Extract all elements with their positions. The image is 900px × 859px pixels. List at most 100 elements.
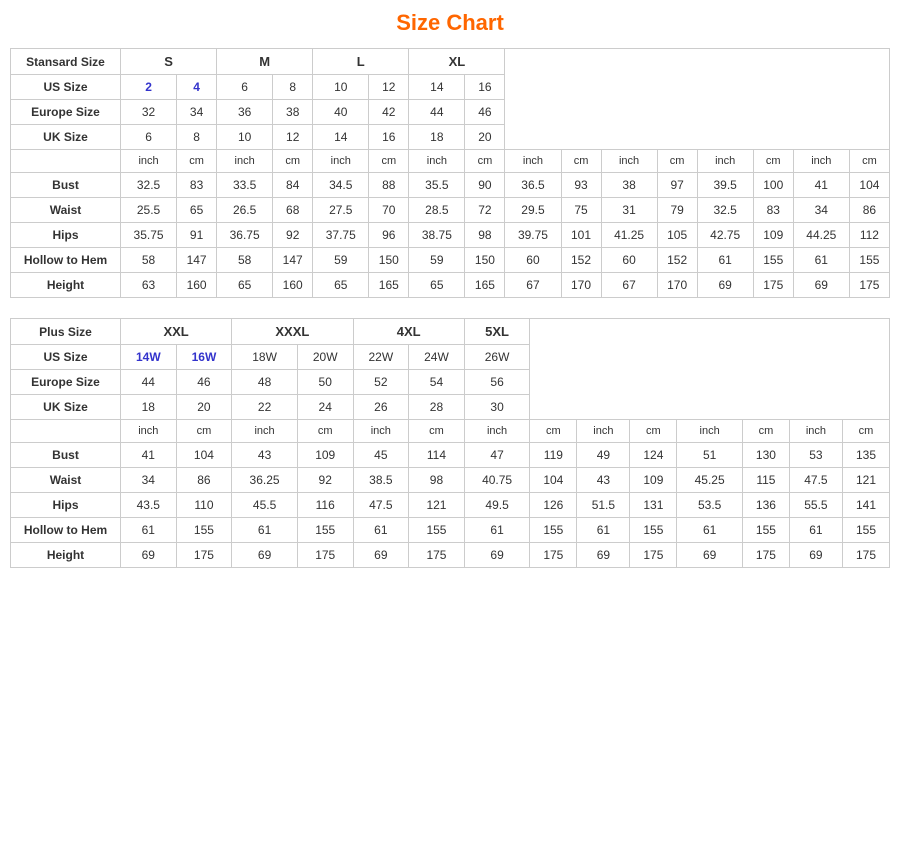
plus-sh-0: inch — [121, 420, 177, 443]
plus-hollow-0: 61 — [121, 518, 177, 543]
std-sh-9: cm — [561, 150, 601, 173]
waist-15: 86 — [849, 198, 889, 223]
std-sh-1: cm — [177, 150, 217, 173]
standard-size-label: Stansard Size — [11, 49, 121, 75]
uk-8: 8 — [177, 125, 217, 150]
hips-4: 37.75 — [313, 223, 369, 248]
plus-height-12: 69 — [789, 543, 842, 568]
waist-row: Waist 25.5 65 26.5 68 27.5 70 28.5 72 29… — [11, 198, 890, 223]
plus-bust-6: 47 — [464, 443, 530, 468]
bust-9: 93 — [561, 173, 601, 198]
us-8: 8 — [273, 75, 313, 100]
plus-height-3: 175 — [297, 543, 353, 568]
plus-size-section: Plus Size XXL XXXL 4XL 5XL US Size 14W 1… — [10, 318, 890, 568]
plus-height-9: 175 — [630, 543, 677, 568]
hips-6: 38.75 — [409, 223, 465, 248]
plus-hips-9: 131 — [630, 493, 677, 518]
height-7: 165 — [465, 273, 505, 298]
eu-42: 42 — [369, 100, 409, 125]
bust-row: Bust 32.5 83 33.5 84 34.5 88 35.5 90 36.… — [11, 173, 890, 198]
plus-hips-13: 141 — [843, 493, 890, 518]
hollow-4: 59 — [313, 248, 369, 273]
m-header: M — [217, 49, 313, 75]
bust-5: 88 — [369, 173, 409, 198]
plus-uk-26: 26 — [353, 395, 409, 420]
plus-bust-2: 43 — [232, 443, 298, 468]
plus-sh-8: inch — [577, 420, 630, 443]
hollow-label: Hollow to Hem — [11, 248, 121, 273]
plus-hips-5: 121 — [409, 493, 465, 518]
plus-bust-0: 41 — [121, 443, 177, 468]
5xl-header: 5XL — [464, 319, 530, 345]
plus-bust-13: 135 — [843, 443, 890, 468]
4xl-header: 4XL — [353, 319, 464, 345]
bust-11: 97 — [657, 173, 697, 198]
std-sh-5: cm — [369, 150, 409, 173]
hips-1: 91 — [177, 223, 217, 248]
std-sh-7: cm — [465, 150, 505, 173]
height-3: 160 — [273, 273, 313, 298]
height-15: 175 — [849, 273, 889, 298]
height-10: 67 — [601, 273, 657, 298]
waist-5: 70 — [369, 198, 409, 223]
plus-bust-9: 124 — [630, 443, 677, 468]
hips-15: 112 — [849, 223, 889, 248]
bust-0: 32.5 — [121, 173, 177, 198]
waist-1: 65 — [177, 198, 217, 223]
plus-waist-11: 115 — [742, 468, 789, 493]
standard-size-table: Stansard Size S M L XL US Size 2 4 6 8 1… — [10, 48, 890, 298]
plus-us-18w: 18W — [232, 345, 298, 370]
plus-uk-28: 28 — [409, 395, 465, 420]
plus-eu-56: 56 — [464, 370, 530, 395]
eu-44: 44 — [409, 100, 465, 125]
page-title: Size Chart — [10, 10, 890, 36]
plus-height-10: 69 — [677, 543, 743, 568]
xxxl-header: XXXL — [232, 319, 353, 345]
plus-eu-44: 44 — [121, 370, 177, 395]
plus-waist-6: 40.75 — [464, 468, 530, 493]
us-10: 10 — [313, 75, 369, 100]
plus-hollow-5: 155 — [409, 518, 465, 543]
hips-12: 42.75 — [697, 223, 753, 248]
plus-us-22w: 22W — [353, 345, 409, 370]
hollow-row: Hollow to Hem 58 147 58 147 59 150 59 15… — [11, 248, 890, 273]
height-13: 175 — [753, 273, 793, 298]
hips-3: 92 — [273, 223, 313, 248]
waist-12: 32.5 — [697, 198, 753, 223]
plus-us-26w: 26W — [464, 345, 530, 370]
bust-1: 83 — [177, 173, 217, 198]
plus-waist-10: 45.25 — [677, 468, 743, 493]
plus-hips-0: 43.5 — [121, 493, 177, 518]
us-16: 16 — [465, 75, 505, 100]
bust-8: 36.5 — [505, 173, 561, 198]
plus-sh-12: inch — [789, 420, 842, 443]
plus-height-11: 175 — [742, 543, 789, 568]
plus-hollow-12: 61 — [789, 518, 842, 543]
plus-waist-3: 92 — [297, 468, 353, 493]
uk-12: 12 — [273, 125, 313, 150]
plus-hips-label: Hips — [11, 493, 121, 518]
waist-14: 34 — [793, 198, 849, 223]
plus-eu-48: 48 — [232, 370, 298, 395]
s-header: S — [121, 49, 217, 75]
eu-36: 36 — [217, 100, 273, 125]
plus-bust-5: 114 — [409, 443, 465, 468]
l-header: L — [313, 49, 409, 75]
std-sh-0: inch — [121, 150, 177, 173]
plus-sh-2: inch — [232, 420, 298, 443]
plus-sh-6: inch — [464, 420, 530, 443]
plus-bust-3: 109 — [297, 443, 353, 468]
plus-bust-8: 49 — [577, 443, 630, 468]
hips-11: 105 — [657, 223, 697, 248]
bust-13: 100 — [753, 173, 793, 198]
plus-height-1: 175 — [176, 543, 232, 568]
plus-height-label: Height — [11, 543, 121, 568]
plus-hollow-8: 61 — [577, 518, 630, 543]
plus-bust-11: 130 — [742, 443, 789, 468]
std-sh-6: inch — [409, 150, 465, 173]
uk-10: 10 — [217, 125, 273, 150]
plus-bust-1: 104 — [176, 443, 232, 468]
plus-uk-24: 24 — [297, 395, 353, 420]
plus-hips-row: Hips 43.5 110 45.5 116 47.5 121 49.5 126… — [11, 493, 890, 518]
hollow-8: 60 — [505, 248, 561, 273]
